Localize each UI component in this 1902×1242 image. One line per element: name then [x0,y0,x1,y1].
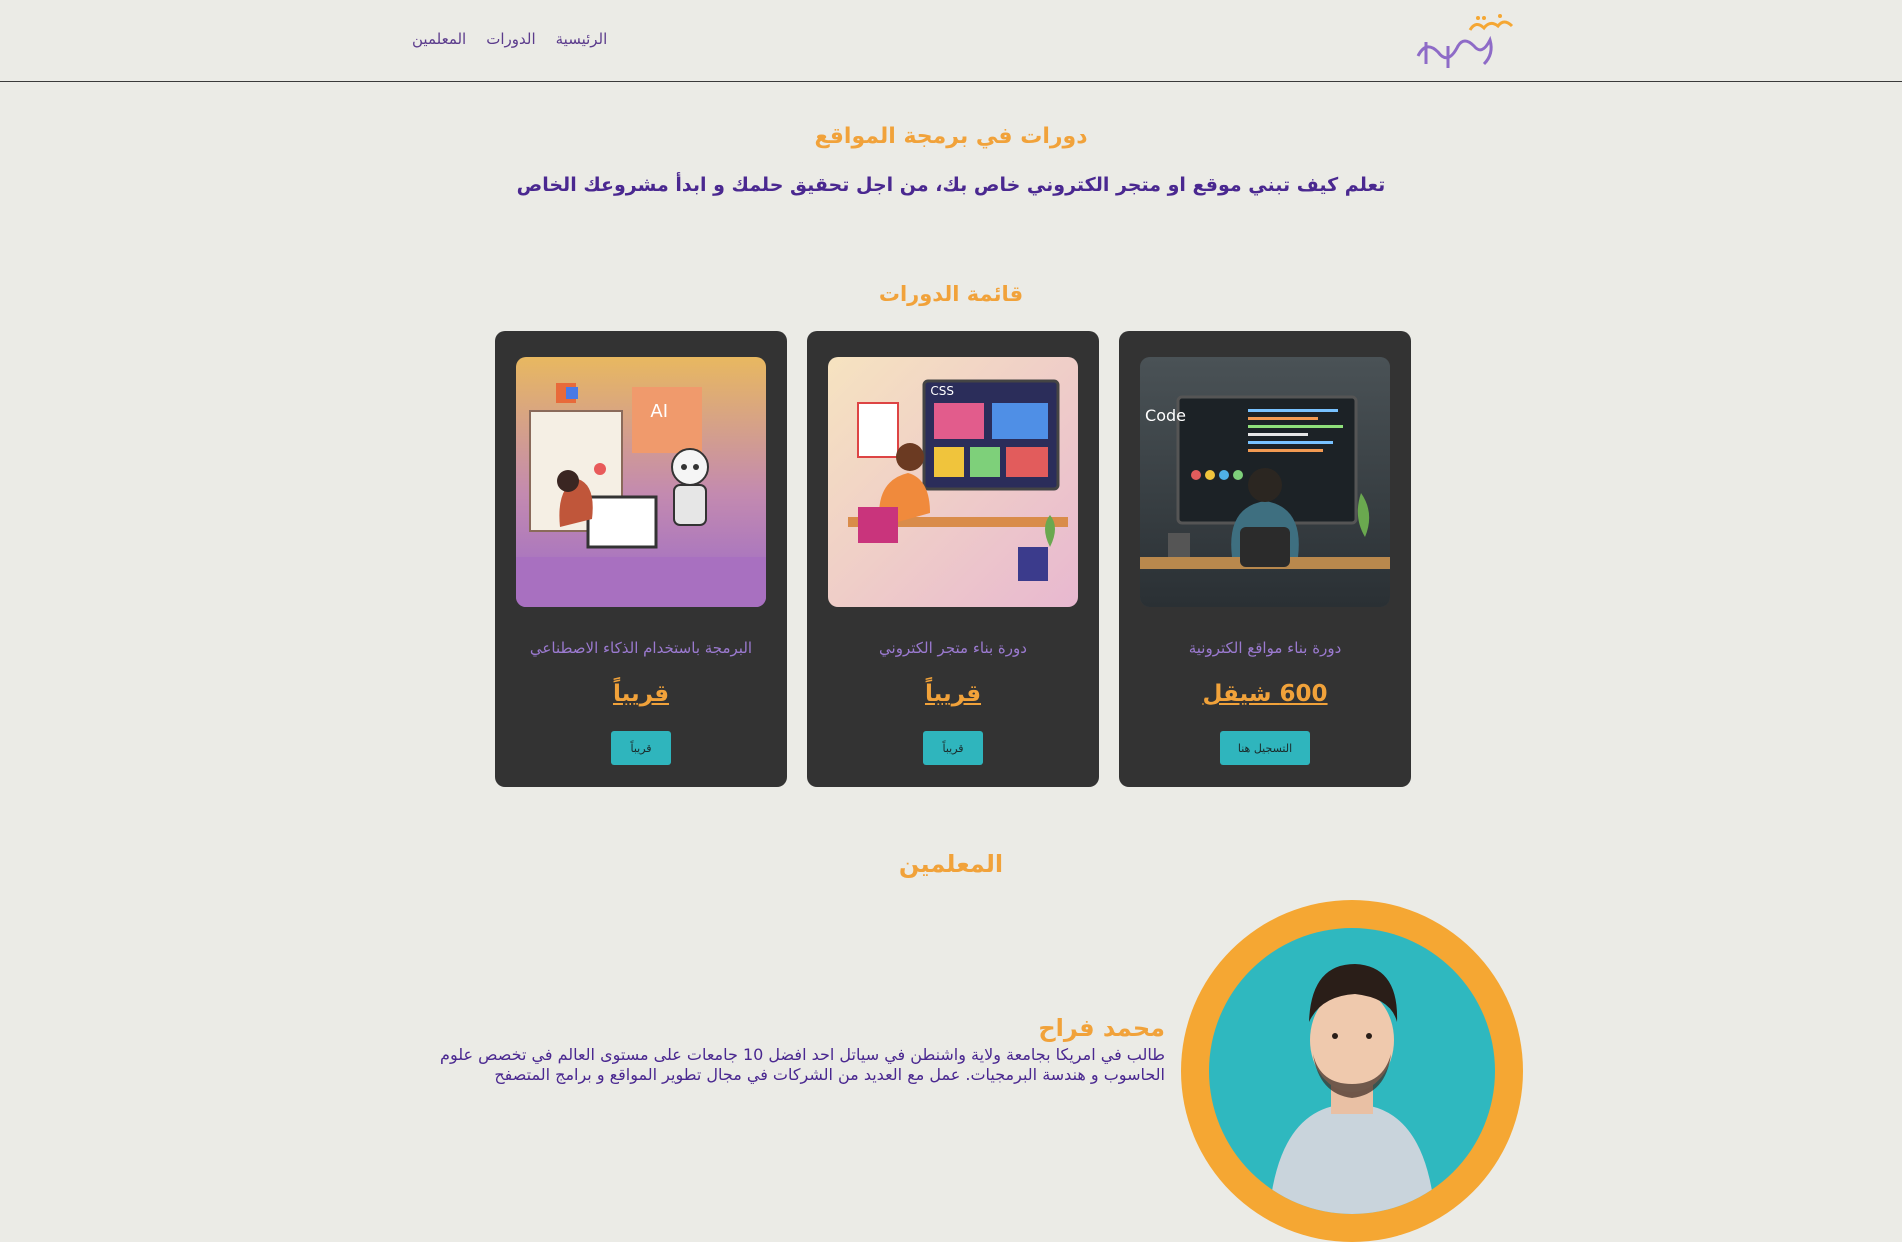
register-button[interactable]: التسجيل هنا [1220,731,1310,765]
course-price: قريباً [612,681,670,707]
main-nav: الرئيسية الدورات المعلمين [412,30,607,54]
courses-section-title: قائمة الدورات [878,282,1024,306]
coming-soon-button[interactable]: قريباً [611,731,671,765]
nav-courses[interactable]: الدورات [486,30,535,54]
course-card-ai: AI البرمجة باستخدام الذكاء الاصطناعي قري… [495,331,787,787]
teacher-name: محمد فراح [1038,1014,1165,1042]
course-price: 600 شيقل [1202,681,1328,707]
nav-teachers[interactable]: المعلمين [412,30,466,54]
course-card-store: CSS دورة بناء متجر الكتروني قريباً قريبا… [807,331,1099,787]
course-name: دورة بناء متجر الكتروني [879,639,1027,657]
site-header: الرئيسية الدورات المعلمين [0,0,1902,82]
hero-title: دورات في برمجة المواقع [814,124,1088,149]
svg-text:Code: Code [1145,406,1186,425]
nav-home[interactable]: الرئيسية [556,30,608,54]
svg-text:CSS: CSS [930,384,954,398]
teacher-bio: طالب في امريكا بجامعة ولاية واشنطن في سي… [440,1045,1165,1084]
course-card-web: Code دورة بناء مواقع الكترونية 600 شيقل … [1119,331,1411,787]
course-price: قريباً [924,681,982,707]
course-image-store: CSS [828,357,1078,607]
site-logo[interactable] [1408,8,1514,74]
course-name: دورة بناء مواقع الكترونية [1188,639,1342,657]
coming-soon-button[interactable]: قريباً [923,731,983,765]
course-image-web: Code [1140,357,1390,607]
svg-text:AI: AI [650,401,668,422]
teacher-avatar [1181,900,1523,1242]
course-image-ai: AI [516,357,766,607]
course-name: البرمجة باستخدام الذكاء الاصطناعي [529,639,753,657]
teachers-section-title: المعلمين [898,850,1004,878]
hero-subtitle: تعلم كيف تبني موقع او متجر الكتروني خاص … [516,174,1386,196]
